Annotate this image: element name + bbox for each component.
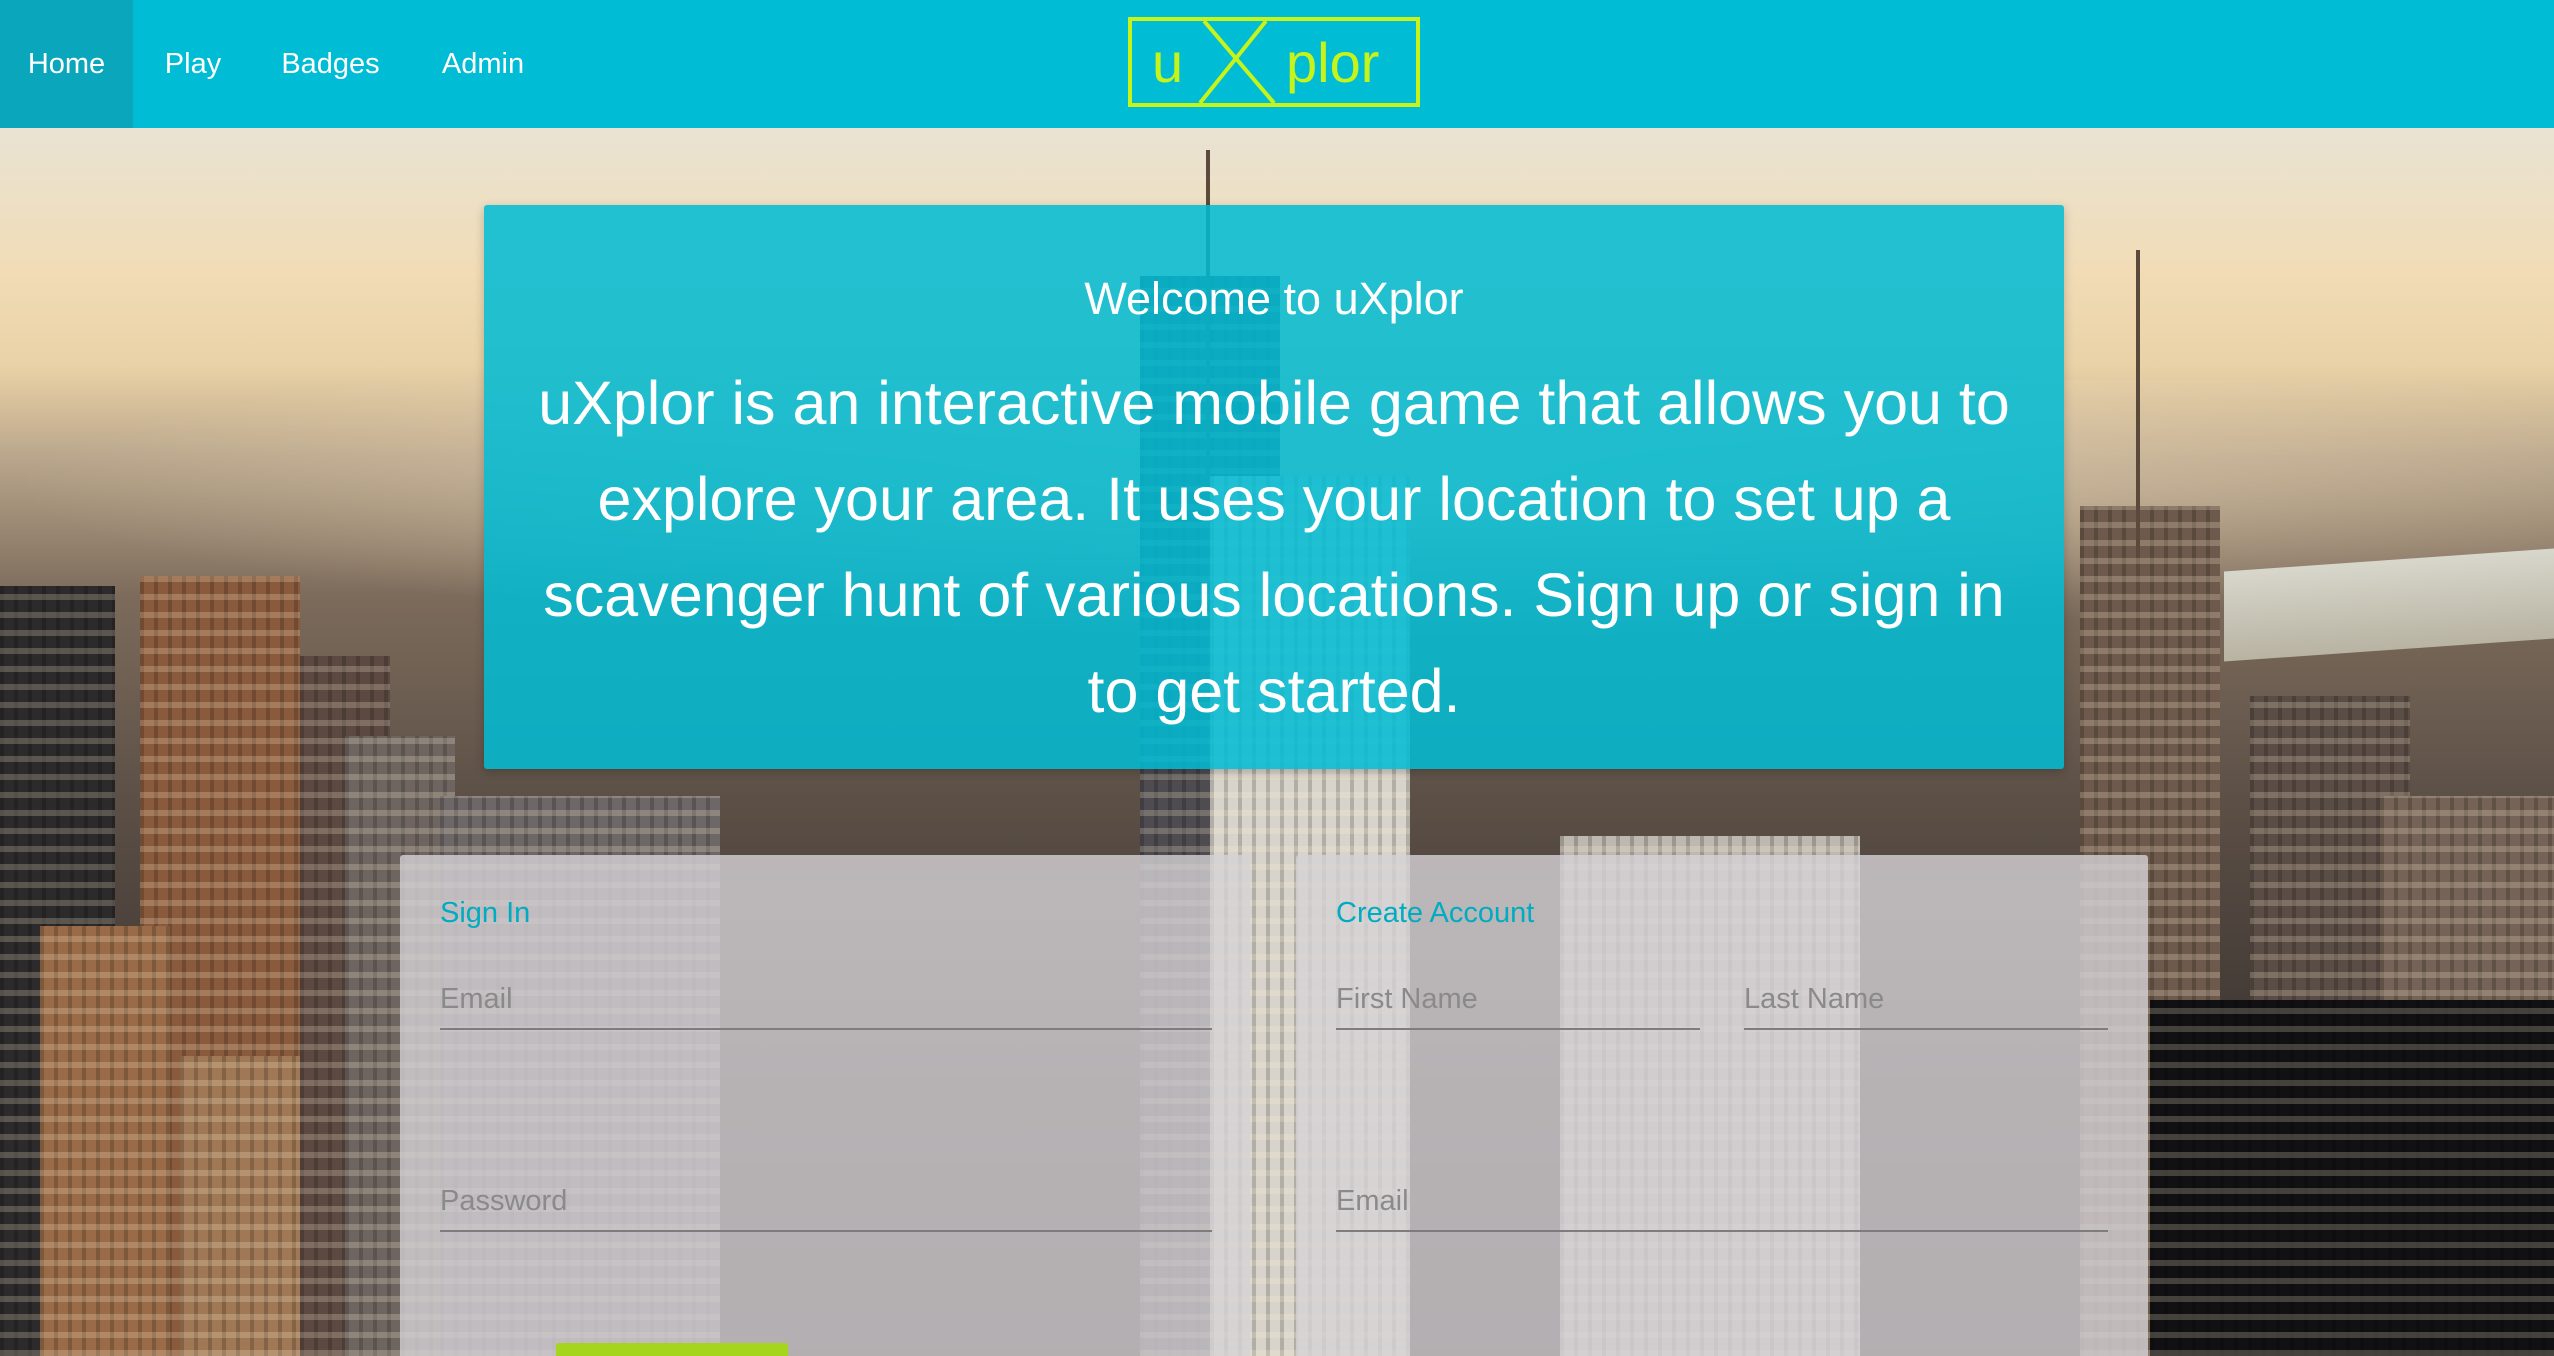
welcome-title: Welcome to uXplor bbox=[1084, 273, 1464, 324]
welcome-card: Welcome to uXplor uXplor is an interacti… bbox=[484, 205, 2064, 769]
create-account-email-field bbox=[1336, 1172, 2108, 1232]
create-account-panel: Create Account bbox=[1296, 855, 2148, 1356]
first-name-field bbox=[1336, 970, 1700, 1030]
nav-play[interactable]: Play bbox=[133, 0, 253, 128]
last-name-field bbox=[1744, 970, 2108, 1030]
sign-in-email-field bbox=[440, 970, 1212, 1030]
sign-in-button[interactable] bbox=[556, 1343, 788, 1356]
last-name-input[interactable] bbox=[1744, 970, 2108, 1028]
logo-x-mark bbox=[1198, 21, 1276, 103]
sign-in-panel: Sign In bbox=[400, 855, 1250, 1356]
create-account-title: Create Account bbox=[1336, 897, 1535, 929]
sign-in-password-input[interactable] bbox=[440, 1172, 1212, 1230]
logo-word-plor: plor bbox=[1286, 31, 1380, 94]
logo-letter-u: u bbox=[1152, 31, 1184, 94]
nav-admin[interactable]: Admin bbox=[408, 0, 558, 128]
create-account-email-input[interactable] bbox=[1336, 1172, 2108, 1230]
uxplor-logo[interactable]: u plor bbox=[1128, 17, 1420, 107]
nav-badges[interactable]: Badges bbox=[253, 0, 408, 128]
sign-in-title: Sign In bbox=[440, 897, 531, 929]
welcome-description: uXplor is an interactive mobile game tha… bbox=[538, 369, 2010, 725]
sign-in-email-input[interactable] bbox=[440, 970, 1212, 1028]
top-nav-bar: Home Play Badges Admin u plor bbox=[0, 0, 2554, 128]
sign-in-password-field bbox=[440, 1172, 1212, 1232]
nav-home[interactable]: Home bbox=[0, 0, 133, 128]
first-name-input[interactable] bbox=[1336, 970, 1700, 1028]
